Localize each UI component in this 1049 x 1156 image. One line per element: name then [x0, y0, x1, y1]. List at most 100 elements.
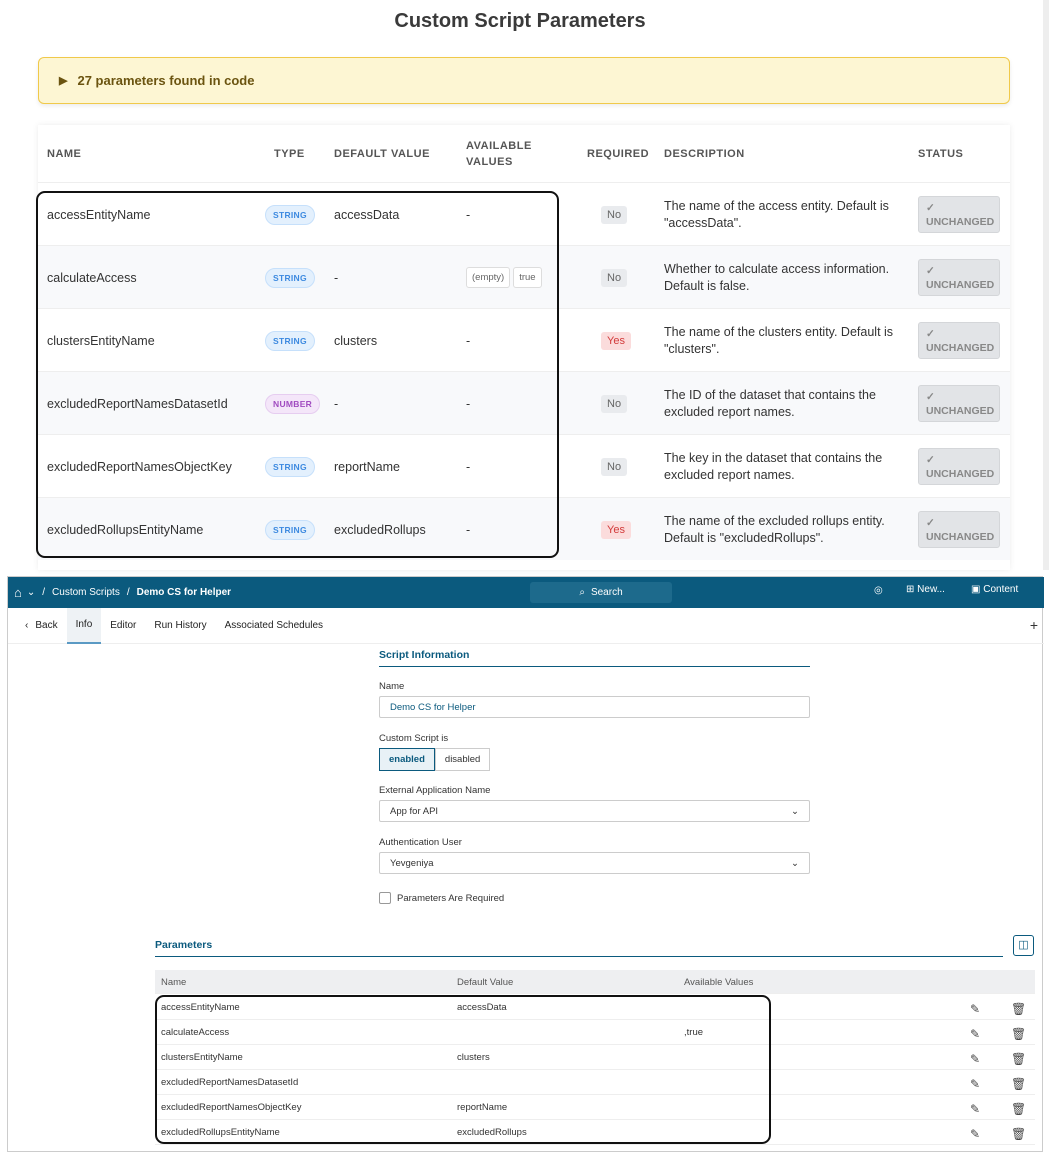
status-label: UNCHANGED: [926, 405, 995, 417]
check-icon: ✓: [926, 202, 935, 214]
trash-icon[interactable]: 🗑: [1011, 1027, 1026, 1041]
status-badge: ✓ UNCHANGED: [918, 196, 1000, 233]
required-badge: Yes: [601, 520, 631, 539]
check-icon: ✓: [926, 454, 935, 466]
breadcrumb-custom-scripts[interactable]: Custom Scripts: [52, 587, 120, 598]
edit-icon[interactable]: ✎: [970, 1077, 980, 1091]
description: The key in the dataset that contains the…: [664, 450, 883, 482]
required-badge: No: [601, 394, 628, 413]
required-badge: No: [601, 205, 628, 224]
breadcrumb-current: Demo CS for Helper: [136, 587, 232, 598]
tab-bar: ‹ Back Info Editor Run History Associated…: [8, 607, 1044, 644]
status-label: UNCHANGED: [926, 279, 995, 291]
description: The ID of the dataset that contains the …: [664, 387, 876, 419]
section-title: Script Information: [379, 649, 810, 667]
content-label: Content: [983, 584, 1019, 595]
edit-icon[interactable]: ✎: [970, 1102, 980, 1116]
palette-icon[interactable]: ◎: [874, 585, 883, 596]
enabled-label: Custom Script is: [379, 733, 449, 744]
chevron-down-icon: ⌄: [791, 805, 799, 817]
status-badge: ✓ UNCHANGED: [918, 322, 1000, 359]
back-label: Back: [35, 620, 58, 631]
custom-script-screen: ⌂ ⌄ / Custom Scripts / Demo CS for Helpe…: [7, 576, 1044, 1152]
content-button[interactable]: ▣ Content: [971, 584, 1018, 595]
parameters-title: Parameters: [155, 939, 1003, 957]
edit-icon[interactable]: ✎: [970, 1002, 980, 1016]
search-icon: ⌕: [579, 587, 585, 598]
checkbox-icon: [379, 892, 391, 904]
ext-app-select[interactable]: App for API ⌄: [379, 800, 810, 822]
expand-triangle-icon: ▶: [59, 75, 68, 87]
new-label: New...: [917, 584, 945, 595]
new-button[interactable]: ⊞ New...: [906, 584, 945, 595]
params-header: Name Default Value Available Values: [155, 970, 1035, 994]
search-box[interactable]: ⌕ Search: [530, 582, 672, 603]
banner-text: 27 parameters found in code: [77, 73, 255, 88]
edit-icon[interactable]: ✎: [970, 1027, 980, 1041]
search-label: Search: [590, 587, 623, 598]
edit-icon[interactable]: ✎: [970, 1127, 980, 1141]
trash-icon[interactable]: 🗑: [1011, 1127, 1026, 1141]
status-label: UNCHANGED: [926, 216, 995, 228]
auth-user-select[interactable]: Yevgeniya ⌄: [379, 852, 810, 874]
required-badge: Yes: [601, 331, 631, 350]
tab-editor[interactable]: Editor: [101, 608, 145, 644]
trash-icon[interactable]: 🗑: [1011, 1002, 1026, 1016]
tab-associated-schedules[interactable]: Associated Schedules: [216, 608, 332, 644]
highlight-box: [155, 995, 771, 1144]
col-type: TYPE: [274, 147, 305, 160]
page-title: Custom Script Parameters: [394, 10, 646, 32]
name-label: Name: [379, 681, 405, 692]
description: The name of the excluded rollups entity.…: [664, 513, 885, 545]
required-badge: No: [601, 457, 628, 476]
check-icon: ✓: [926, 265, 935, 277]
auth-user-label: Authentication User: [379, 837, 462, 848]
chevron-down-icon: ⌄: [791, 857, 799, 869]
status-label: UNCHANGED: [926, 342, 995, 354]
enabled-option[interactable]: enabled: [379, 748, 435, 771]
trash-icon[interactable]: 🗑: [1011, 1052, 1026, 1066]
check-icon: ✓: [926, 517, 935, 529]
top-nav: ⌂ ⌄ / Custom Scripts / Demo CS for Helpe…: [8, 577, 1044, 608]
col-available: Available Values: [684, 977, 754, 988]
status-label: UNCHANGED: [926, 468, 995, 480]
auth-user-value: Yevgeniya: [390, 857, 434, 869]
enabled-toggle: enabled disabled: [379, 748, 491, 771]
col-status: STATUS: [918, 147, 964, 160]
status-badge: ✓ UNCHANGED: [918, 385, 1000, 422]
col-default: Default Value: [457, 977, 514, 988]
description: The name of the clusters entity. Default…: [664, 324, 894, 356]
col-required: REQUIRED: [587, 147, 650, 160]
tab-info[interactable]: Info: [66, 607, 102, 644]
parameters-found-banner[interactable]: ▶ 27 parameters found in code: [38, 57, 1010, 104]
col-available: AVAILABLE VALUES: [466, 139, 532, 168]
ext-app-label: External Application Name: [379, 785, 491, 796]
trash-icon[interactable]: 🗑: [1011, 1102, 1026, 1116]
status-badge: ✓ UNCHANGED: [918, 259, 1000, 296]
edit-icon[interactable]: ✎: [970, 1052, 980, 1066]
status-label: UNCHANGED: [926, 531, 995, 543]
description: Whether to calculate access information.…: [664, 261, 890, 293]
check-icon: ✓: [926, 391, 935, 403]
home-icon[interactable]: ⌂: [14, 585, 22, 600]
name-value: Demo CS for Helper: [390, 701, 476, 713]
check-icon: ✓: [926, 328, 935, 340]
chevron-left-icon: ‹: [25, 620, 29, 631]
layout-icon[interactable]: ◫: [1013, 935, 1034, 956]
params-required-checkbox[interactable]: Parameters Are Required: [379, 892, 504, 904]
highlight-box: [36, 191, 559, 558]
parameters-panel: Custom Script Parameters ▶ 27 parameters …: [0, 0, 1049, 570]
trash-icon[interactable]: 🗑: [1011, 1077, 1026, 1091]
name-input[interactable]: Demo CS for Helper: [379, 696, 810, 718]
description: The name of the access entity. Default i…: [664, 198, 889, 230]
ext-app-value: App for API: [390, 805, 439, 817]
required-badge: No: [601, 268, 628, 287]
tab-run-history[interactable]: Run History: [145, 608, 215, 644]
chevron-down-icon[interactable]: ⌄: [27, 587, 35, 598]
params-required-label: Parameters Are Required: [397, 892, 505, 904]
col-default: DEFAULT VALUE: [334, 147, 430, 160]
back-button[interactable]: ‹ Back: [16, 608, 67, 644]
disabled-option[interactable]: disabled: [434, 748, 491, 771]
plus-icon[interactable]: +: [1030, 617, 1038, 633]
col-name: Name: [161, 977, 187, 988]
